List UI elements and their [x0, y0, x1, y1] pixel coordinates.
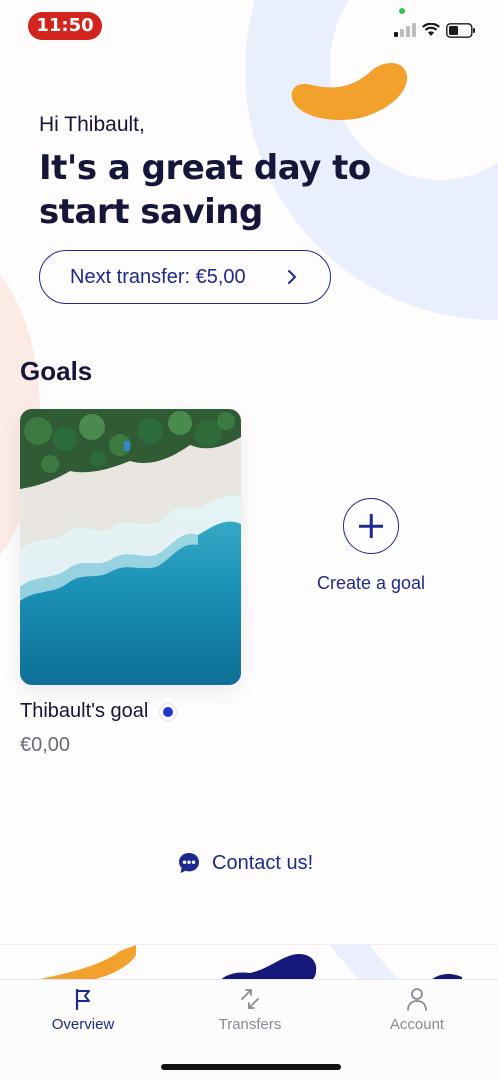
- app-screen: 11:50 Hi Thibault, It's a great day to s…: [0, 0, 498, 1080]
- create-goal-label: Create a goal: [316, 573, 426, 593]
- tab-account-label: Account: [389, 1016, 445, 1033]
- battery-icon: [446, 22, 475, 38]
- flag-icon: [75, 988, 90, 1011]
- decorative-strip: [0, 944, 498, 980]
- beach-photo: [20, 409, 241, 685]
- status-icons: [394, 20, 476, 40]
- person-icon: [407, 988, 427, 1011]
- greeting-text: Hi Thibault,: [39, 113, 145, 136]
- decorative-shapes: [34, 945, 462, 980]
- goal-name-label: Thibault's goal: [20, 700, 149, 722]
- wifi-icon: [422, 23, 440, 36]
- goal-card-image[interactable]: [20, 409, 241, 685]
- tab-overview-label: Overview: [51, 1016, 115, 1033]
- create-goal-button[interactable]: Create a goal: [300, 497, 442, 607]
- contact-us-label: Contact us!: [212, 851, 314, 874]
- next-transfer-button[interactable]: Next transfer: €5,00: [39, 250, 331, 304]
- chat-bubble-icon: [179, 853, 199, 873]
- status-bar: 11:50: [0, 0, 498, 50]
- tab-overview[interactable]: Overview: [23, 986, 143, 1036]
- status-time: 11:50: [28, 12, 102, 40]
- chevron-right-icon: [288, 270, 296, 284]
- goal-name[interactable]: Thibault's goal: [20, 700, 177, 723]
- plus-icon: [343, 498, 399, 554]
- goal-amount: €0,00: [20, 734, 71, 756]
- signal-icon: [394, 23, 416, 37]
- privacy-indicator-dot: [399, 8, 405, 14]
- tab-transfers[interactable]: Transfers: [190, 986, 310, 1036]
- arrows-swap-icon: [241, 989, 259, 1009]
- goals-heading: Goals: [20, 356, 93, 386]
- tab-account[interactable]: Account: [357, 986, 477, 1036]
- goal-color-dot: [160, 703, 177, 720]
- tab-transfers-label: Transfers: [218, 1016, 282, 1033]
- next-transfer-label: Next transfer: €5,00: [70, 265, 246, 288]
- page-title: It's a great day to start saving: [39, 148, 371, 232]
- orange-blob-shape: [291, 62, 408, 120]
- home-indicator[interactable]: [161, 1064, 341, 1070]
- contact-us-button[interactable]: Contact us!: [176, 848, 313, 878]
